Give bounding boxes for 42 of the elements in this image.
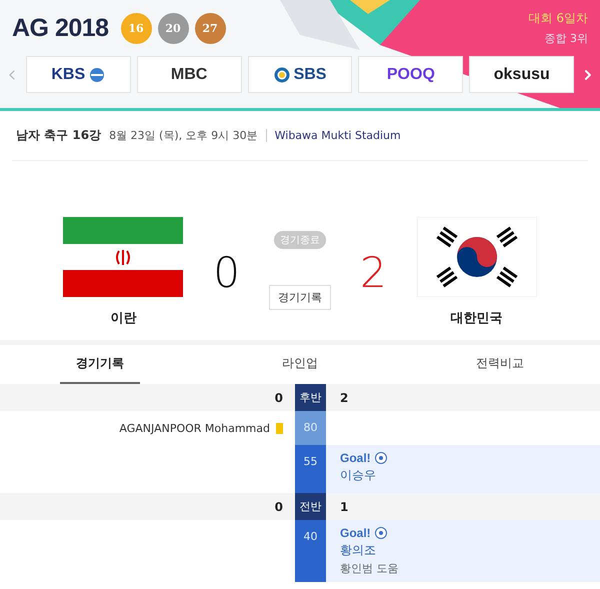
flag-icon (416, 217, 537, 297)
minute-label: 80 (295, 411, 326, 445)
broadcaster-button[interactable]: KBS (26, 56, 131, 93)
venue-link[interactable]: Wibawa Mukti Stadium (266, 129, 401, 142)
ball-icon (374, 452, 387, 464)
tab[interactable]: 전력비교 (460, 345, 540, 384)
score: 0 (213, 248, 240, 296)
flag-icon (63, 217, 184, 297)
broadcaster-button[interactable]: MBC (136, 56, 242, 93)
broadcaster-button[interactable]: POOQ (358, 56, 464, 93)
player-name: AGANJANPOOR Mohammad (119, 422, 270, 434)
period-score: 1 (340, 500, 348, 514)
card-icon (276, 422, 283, 434)
period-score: 2 (340, 390, 348, 404)
broadcaster-button[interactable]: oksusu (469, 56, 574, 93)
record-button[interactable]: 경기기록 (269, 285, 331, 310)
match-title: 남자 축구 16강 (16, 127, 102, 144)
rank-label: 종합 3위 (544, 31, 588, 46)
period-score: 0 (274, 390, 283, 404)
player-name: 황의조 (340, 542, 376, 559)
ball-icon (374, 527, 387, 539)
medal-count: 20 (158, 12, 189, 44)
ring-icon (274, 66, 290, 82)
broadcaster-button[interactable]: SBS (248, 56, 352, 93)
minute-label: 40 (295, 520, 326, 582)
goal-label: Goal! (340, 451, 387, 465)
medal-count: 16 (120, 12, 152, 44)
tab[interactable]: 라인업 (260, 345, 340, 384)
period-label: 전반 (295, 493, 326, 520)
medal-count: 27 (194, 12, 226, 44)
score: 2 (360, 248, 387, 296)
minute-label: 55 (295, 445, 326, 493)
assist-label: 황인범 도움 (340, 561, 398, 576)
day-label: 대회 6일차 (528, 10, 588, 27)
logo[interactable]: AG 2018 (12, 14, 109, 42)
team-name: 대한민국 (450, 310, 503, 327)
match-date: 8월 23일 (목), 오후 9시 30분 (109, 128, 258, 143)
period-score: 0 (274, 500, 283, 514)
goal-label: Goal! (340, 526, 387, 540)
period-label: 후반 (295, 384, 326, 411)
team-name: 이란 (110, 310, 136, 327)
player-name: 이승우 (340, 467, 376, 484)
